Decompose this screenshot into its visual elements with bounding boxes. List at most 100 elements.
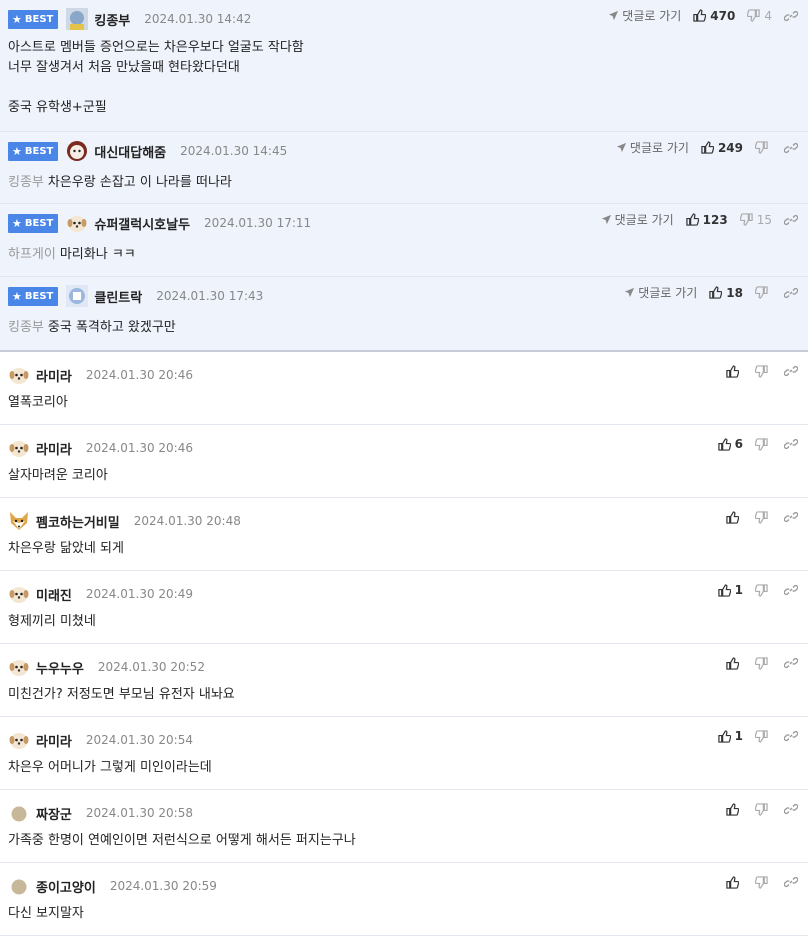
upvote-button[interactable]: 470: [693, 9, 735, 23]
downvote-button[interactable]: [755, 364, 772, 378]
avatar[interactable]: [8, 729, 30, 751]
link-icon[interactable]: [784, 583, 798, 597]
nickname[interactable]: 대신대답해줌: [94, 142, 166, 161]
comment-text: 차은우 어머니가 그렇게 미인이라는데: [8, 760, 212, 775]
upvote-button[interactable]: [726, 364, 743, 378]
avatar[interactable]: [66, 8, 89, 30]
link-icon[interactable]: [784, 875, 798, 889]
thumbs-down-icon: [755, 437, 768, 451]
avatar[interactable]: [8, 437, 30, 459]
star-icon: ★: [12, 144, 22, 158]
thumbs-up-icon: [685, 213, 699, 226]
nickname[interactable]: 라미라: [36, 439, 72, 458]
comment-date: 2024.01.30 20:48: [133, 514, 241, 528]
link-icon[interactable]: [784, 802, 798, 816]
upvote-button[interactable]: 18: [709, 286, 743, 300]
upvote-button[interactable]: [726, 875, 743, 889]
link-icon[interactable]: [784, 656, 798, 670]
downvote-button[interactable]: 4: [747, 9, 772, 23]
downvote-button[interactable]: [755, 729, 772, 743]
comment-header: 펨코하는거비밀 2024.01.30 20:48: [8, 511, 241, 531]
downvote-button[interactable]: [755, 656, 772, 670]
link-icon[interactable]: [784, 510, 798, 524]
upvote-button[interactable]: 6: [717, 437, 743, 451]
comment: 미래진 2024.01.30 20:49 1 형제끼리 미쳤네: [0, 571, 808, 644]
star-icon: ★: [12, 216, 22, 230]
thumbs-up-icon: [726, 875, 739, 889]
nickname[interactable]: 라미라: [36, 731, 72, 750]
comment-actions: 6: [717, 437, 798, 451]
link-icon[interactable]: [784, 286, 798, 300]
downvote-button[interactable]: [755, 437, 772, 451]
link-icon[interactable]: [784, 141, 798, 155]
reply-target[interactable]: 킹종부: [8, 175, 44, 190]
best-comment: ★BEST 킹종부 2024.01.30 14:42 댓글로 가기 470 4: [0, 0, 808, 132]
reply-target[interactable]: 킹종부: [8, 320, 44, 335]
comment-header: ★ BEST 킹종부 2024.01.30 14:42: [8, 8, 252, 30]
best-badge: ★ BEST: [8, 141, 59, 161]
thumbs-down-icon: [755, 286, 768, 299]
avatar[interactable]: [66, 285, 89, 307]
nickname[interactable]: 킹종부: [94, 10, 130, 29]
nickname[interactable]: 슈퍼갤럭시호날두: [94, 214, 190, 233]
downvote-button[interactable]: [755, 802, 772, 816]
comment-date: 2024.01.30 20:46: [85, 441, 193, 455]
upvote-button[interactable]: 1: [717, 729, 743, 743]
thumbs-down-icon: [755, 656, 768, 670]
link-icon[interactable]: [784, 364, 798, 378]
downvote-button[interactable]: [755, 510, 772, 524]
link-icon[interactable]: [784, 729, 798, 743]
downvote-button[interactable]: [755, 141, 772, 154]
avatar[interactable]: [66, 140, 88, 162]
nickname[interactable]: 종이고양이: [36, 877, 96, 896]
nickname[interactable]: 짜장군: [36, 804, 72, 823]
upvote-button[interactable]: [726, 656, 743, 670]
upvote-button[interactable]: [726, 510, 743, 524]
downvote-button[interactable]: 15: [739, 213, 772, 227]
badge-label: BEST: [24, 145, 54, 157]
link-icon[interactable]: [784, 9, 798, 23]
comment-header: 라미라 2024.01.30 20:46: [8, 438, 193, 458]
comment-date: 2024.01.30 17:43: [156, 289, 264, 303]
avatar[interactable]: [8, 656, 30, 678]
best-comment: ★ BEST 클린트락 2024.01.30 17:43 댓글로 가기 18 킹…: [0, 277, 808, 352]
goto-comment-link[interactable]: 댓글로 가기: [616, 139, 689, 156]
upvote-button[interactable]: [726, 802, 743, 816]
badge-label: BEST: [24, 13, 54, 25]
downvote-button[interactable]: [755, 286, 772, 299]
comment: 라미라 2024.01.30 20:46 열폭코리아: [0, 352, 808, 425]
link-icon[interactable]: [784, 213, 798, 227]
thumbs-down-icon: [739, 213, 753, 226]
avatar[interactable]: [8, 510, 30, 532]
nickname[interactable]: 클린트락: [94, 287, 142, 306]
nickname[interactable]: 누우누우: [36, 658, 84, 677]
nickname[interactable]: 펨코하는거비밀: [36, 512, 120, 531]
avatar[interactable]: [8, 583, 30, 605]
goto-comment-link[interactable]: 댓글로 가기: [608, 7, 681, 24]
upvote-button[interactable]: 1: [717, 583, 743, 597]
goto-comment-label: 댓글로 가기: [638, 286, 698, 300]
comment-header: 종이고양이 2024.01.30 20:59: [8, 876, 217, 896]
nickname[interactable]: 미래진: [36, 585, 72, 604]
comment-text: 하프게이 마리화나 ㅋㅋ: [8, 245, 136, 265]
comment-date: 2024.01.30 14:45: [180, 144, 288, 158]
goto-comment-link[interactable]: 댓글로 가기: [624, 284, 697, 301]
upvote-button[interactable]: 249: [701, 141, 743, 155]
link-icon[interactable]: [784, 437, 798, 451]
comment: 펨코하는거비밀 2024.01.30 20:48 차은우랑 닮았네 되게: [0, 498, 808, 571]
upvote-button[interactable]: 123: [685, 213, 728, 227]
nickname[interactable]: 라미라: [36, 366, 72, 385]
goto-comment-link[interactable]: 댓글로 가기: [601, 211, 674, 228]
avatar[interactable]: [8, 364, 30, 386]
avatar[interactable]: [66, 212, 88, 234]
avatar[interactable]: [8, 802, 30, 824]
avatar[interactable]: [8, 875, 30, 897]
thumbs-up-icon: [701, 141, 714, 154]
downvote-button[interactable]: [755, 875, 772, 889]
reply-target[interactable]: 하프게이: [8, 247, 56, 262]
comment-header: ★ BEST 대신대답해줌 2024.01.30 14:45: [8, 141, 287, 161]
arrow-icon: [625, 287, 635, 298]
downvote-button[interactable]: [755, 583, 772, 597]
comment-date: 2024.01.30 14:42: [144, 12, 252, 26]
comment-list: ★BEST 킹종부 2024.01.30 14:42 댓글로 가기 470 4: [0, 0, 808, 936]
